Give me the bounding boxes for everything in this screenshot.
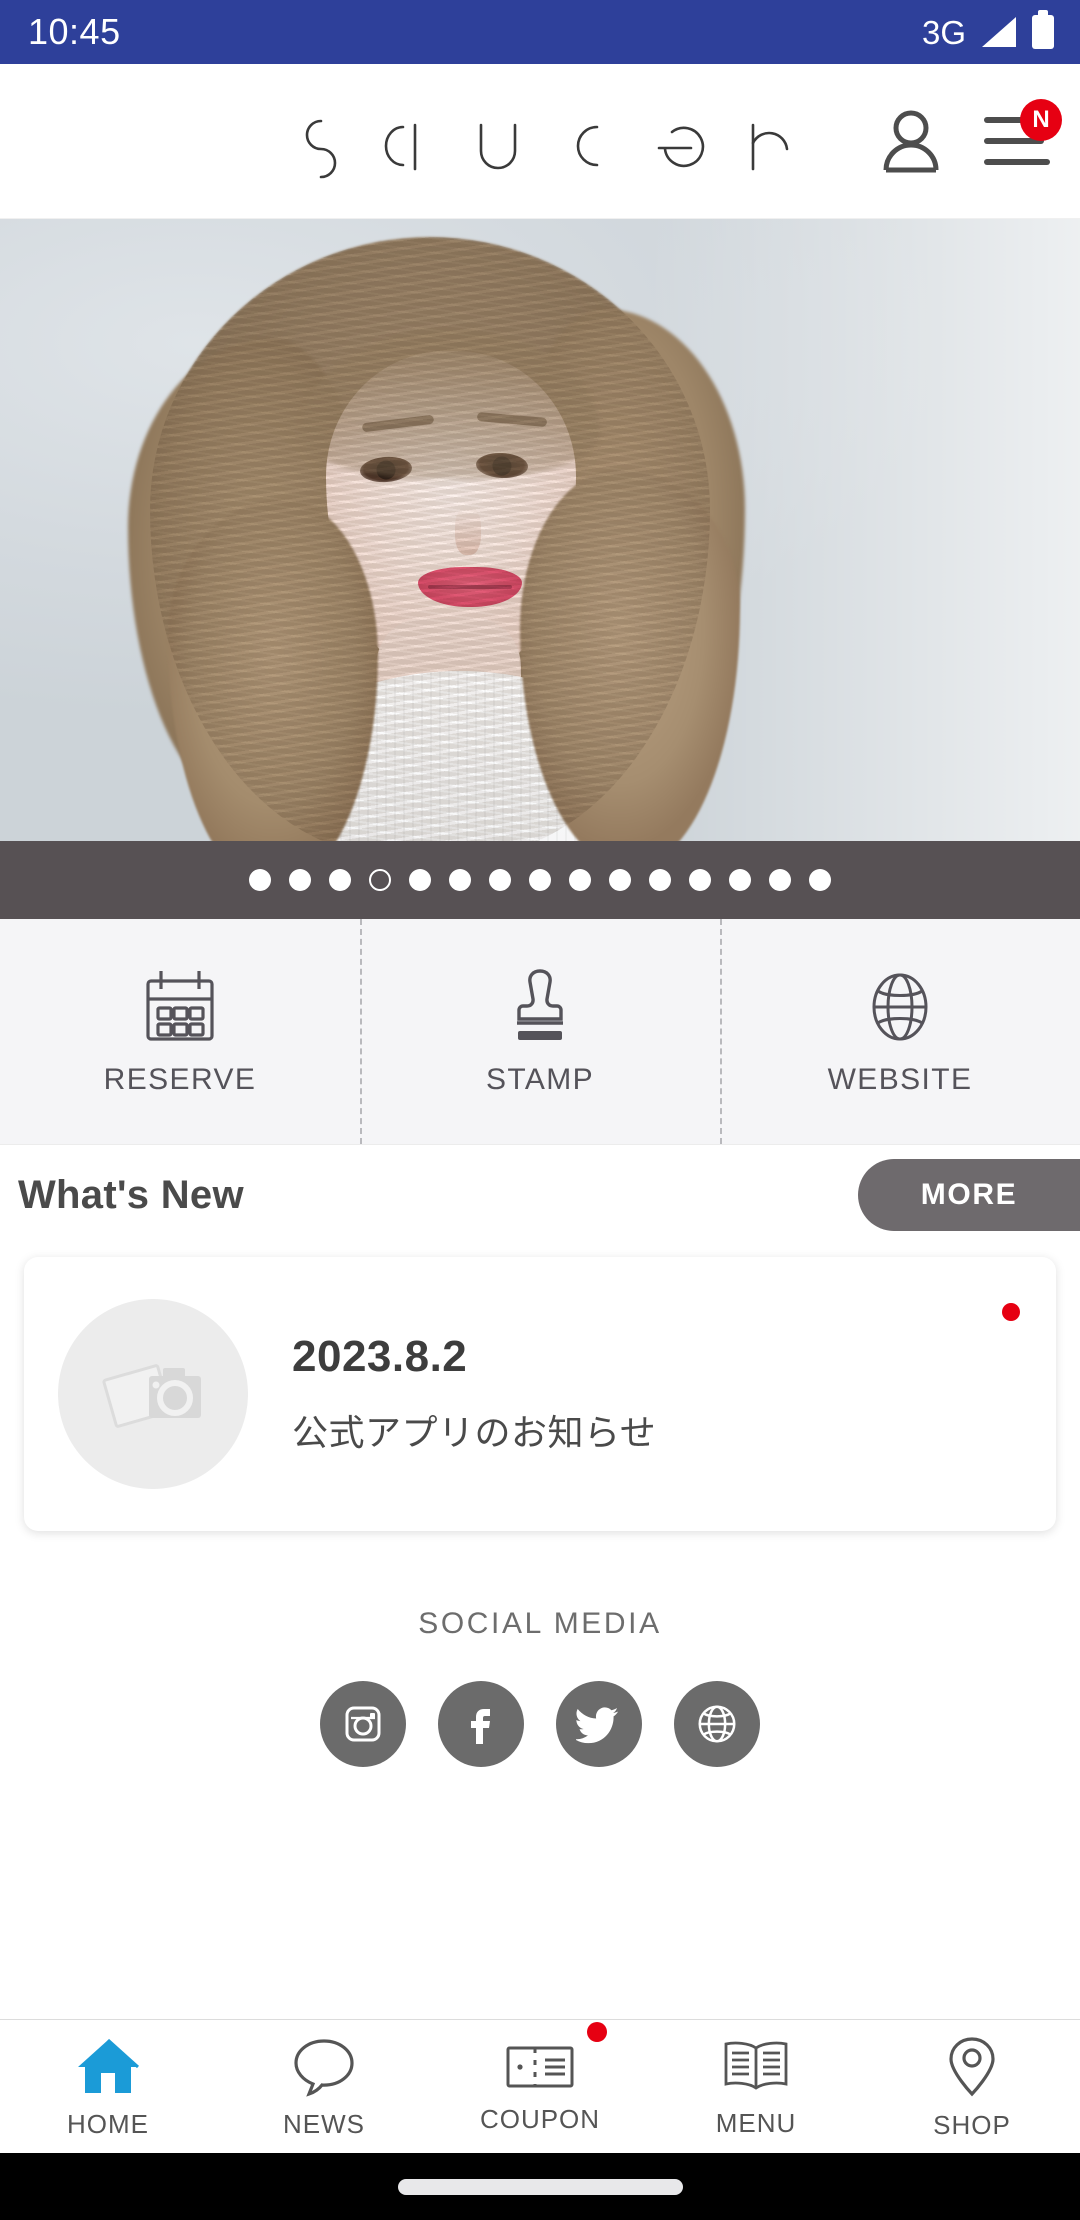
location-pin-icon (944, 2036, 1000, 2098)
quick-action-label: RESERVE (103, 1062, 257, 1096)
header-icons: N (880, 99, 1062, 174)
carousel-dot[interactable] (809, 869, 831, 891)
social-media-title: SOCIAL MEDIA (418, 1607, 662, 1640)
nav-item-label: MENU (715, 2108, 797, 2138)
brand-logo[interactable] (285, 101, 795, 181)
nav-item-news[interactable]: NEWS (216, 2020, 432, 2153)
quick-action-label: WEBSITE (827, 1062, 973, 1096)
app-header: N (0, 64, 1080, 219)
quick-actions-row: RESERVE STAMP WEBSITE (0, 919, 1080, 1145)
carousel-dot[interactable] (529, 869, 551, 891)
nav-item-label: HOME (67, 2109, 149, 2139)
hero-photo (0, 219, 1080, 841)
nav-notification-badge (587, 2022, 607, 2042)
carousel-dot[interactable] (769, 869, 791, 891)
carousel-dot[interactable] (489, 869, 511, 891)
quick-action-stamp[interactable]: STAMP (360, 919, 720, 1144)
instagram-icon[interactable] (320, 1681, 406, 1767)
stamp-icon (501, 967, 579, 1047)
nav-item-coupon[interactable]: COUPON (432, 2020, 648, 2153)
person-icon[interactable] (880, 108, 942, 174)
news-title: 公式アプリのお知らせ (292, 1412, 657, 1453)
nav-item-label: SHOP (933, 2110, 1011, 2140)
quick-action-label: STAMP (485, 1062, 595, 1096)
status-bar: 10:45 3G (0, 0, 1080, 64)
news-unread-dot (1002, 1303, 1020, 1321)
signal-triangle-icon (982, 17, 1016, 47)
carousel-dot[interactable] (729, 869, 751, 891)
app-root: 10:45 3G N RESERVE STAMP WEBSITE What's … (0, 0, 1080, 2220)
carousel-dot[interactable] (369, 869, 391, 891)
whats-new-title: What's New (18, 1172, 244, 1217)
nav-item-menu[interactable]: MENU (648, 2020, 864, 2153)
home-gesture-pill[interactable] (397, 2178, 683, 2195)
system-gesture-bar (0, 2153, 1080, 2220)
carousel-indicator-bar (0, 841, 1080, 919)
carousel-dot[interactable] (329, 869, 351, 891)
home-icon (75, 2037, 141, 2097)
carousel-dot[interactable] (569, 869, 591, 891)
status-indicators: 3G (922, 15, 1054, 49)
news-list: 2023.8.2 公式アプリのお知らせ (0, 1245, 1080, 1545)
bottom-navigation-bar: HOME NEWS COUPON MENU SHOP (0, 2019, 1080, 2153)
carousel-dot[interactable] (449, 869, 471, 891)
carousel-dot[interactable] (249, 869, 271, 891)
social-media-section: SOCIAL MEDIA (0, 1545, 1080, 2019)
network-type-label: 3G (921, 13, 966, 51)
twitter-icon[interactable] (556, 1681, 642, 1767)
status-time: 10:45 (28, 11, 121, 52)
hamburger-menu-icon[interactable]: N (984, 99, 1062, 165)
nav-item-label: COUPON (479, 2104, 601, 2134)
photo-camera-placeholder-icon (58, 1299, 248, 1489)
carousel-dot[interactable] (689, 869, 711, 891)
nav-item-home[interactable]: HOME (0, 2020, 216, 2153)
quick-action-website[interactable]: WEBSITE (720, 919, 1080, 1144)
hero-carousel-image[interactable] (0, 219, 1080, 841)
open-book-icon (721, 2038, 791, 2096)
speech-bubble-icon (291, 2037, 357, 2097)
nav-item-label: NEWS (283, 2109, 365, 2139)
whats-new-header: What's New MORE (0, 1145, 1080, 1245)
carousel-dot[interactable] (649, 869, 671, 891)
news-date: 2023.8.2 (292, 1332, 468, 1381)
news-text: 2023.8.2 公式アプリのお知らせ (292, 1332, 656, 1456)
news-card[interactable]: 2023.8.2 公式アプリのお知らせ (24, 1257, 1056, 1531)
model-hair-strands (150, 237, 710, 841)
globe-icon (861, 967, 939, 1047)
carousel-dot[interactable] (409, 869, 431, 891)
more-button-label: MORE (920, 1178, 1018, 1211)
whats-new-more-button[interactable]: MORE (858, 1159, 1080, 1231)
calendar-icon (141, 967, 219, 1047)
social-media-links (320, 1681, 760, 1767)
carousel-dot[interactable] (609, 869, 631, 891)
facebook-icon[interactable] (438, 1681, 524, 1767)
battery-icon (1032, 15, 1054, 49)
carousel-dot[interactable] (289, 869, 311, 891)
hamburger-line (984, 159, 1050, 165)
nav-item-shop[interactable]: SHOP (864, 2020, 1080, 2153)
ticket-icon (505, 2022, 607, 2092)
quick-action-reserve[interactable]: RESERVE (0, 919, 360, 1144)
menu-notification-badge: N (1020, 99, 1062, 141)
website-globe-icon[interactable] (674, 1681, 760, 1767)
